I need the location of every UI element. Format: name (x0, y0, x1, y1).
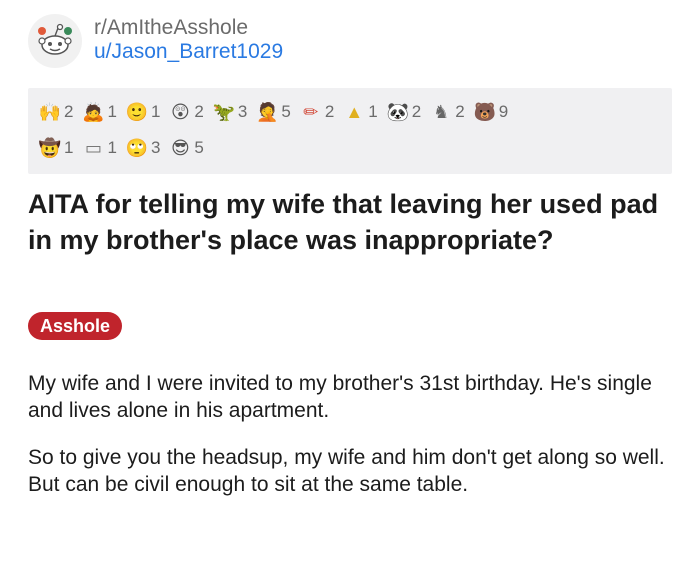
award-count: 3 (150, 138, 161, 157)
awards-panel: 🙌 2 🙇 1 🙂 1 😲 2 🦖 3 🤦 5 ✏ 2 ▲ 1 🐼 2 ♞ 2 🐻 9 🤠 1 ▭ 1 🙄 3 😎 5 (28, 88, 672, 174)
award-item[interactable]: 🦖 3 (212, 100, 248, 124)
award-item[interactable]: ▭ 1 (81, 136, 117, 160)
award-item[interactable]: 🙄 3 (125, 136, 161, 160)
award-item[interactable]: 😲 2 (168, 100, 204, 124)
post-meta: r/AmItheAsshole u/Jason_Barret1029 (94, 16, 283, 64)
post-title[interactable]: AITA for telling my wife that leaving he… (28, 186, 668, 258)
panda-award-icon: 🐼 (386, 101, 409, 122)
face-palm-award-icon: 🤦 (256, 101, 279, 122)
award-item[interactable]: 🤠 1 (38, 136, 74, 160)
shades-award-icon: 😎 (171, 137, 190, 158)
award-count: 3 (237, 102, 248, 121)
post-header: r/AmItheAsshole u/Jason_Barret1029 (28, 14, 283, 68)
avatar[interactable] (28, 14, 82, 68)
award-count: 2 (64, 102, 74, 121)
award-count: 1 (368, 102, 378, 121)
award-count: 2 (455, 102, 465, 121)
pencil-award-icon: ✏ (303, 101, 319, 122)
award-count: 2 (324, 102, 335, 121)
subreddit-link[interactable]: r/AmItheAsshole (94, 16, 283, 40)
award-item[interactable]: ▲ 1 (342, 100, 377, 124)
wholesome-face-award-icon: 🙂 (125, 101, 149, 122)
snoo-icon (38, 23, 72, 55)
award-count: 1 (107, 138, 117, 157)
award-count: 1 (64, 138, 74, 157)
award-count: 1 (150, 102, 161, 121)
award-count: 2 (411, 102, 422, 121)
eye-roll-award-icon: 🙄 (125, 137, 149, 158)
award-item[interactable]: 🐼 2 (386, 100, 422, 124)
body-paragraph: So to give you the headsup, my wife and … (28, 446, 665, 496)
post-flair[interactable]: Asshole (28, 312, 123, 340)
bear-award-icon: 🐻 (473, 101, 496, 122)
dino-award-icon: 🦖 (212, 101, 236, 122)
award-item[interactable]: ✏ 2 (299, 100, 334, 124)
award-item[interactable]: ♞ 2 (429, 100, 465, 124)
award-item[interactable]: 🤦 5 (255, 100, 291, 124)
award-item[interactable]: 🙌 2 (38, 100, 74, 124)
awards-row: 🤠 1 ▭ 1 🙄 3 😎 5 (38, 130, 662, 166)
award-item[interactable]: 😎 5 (168, 136, 204, 160)
awards-row: 🙌 2 🙇 1 🙂 1 😲 2 🦖 3 🤦 5 ✏ 2 ▲ 1 🐼 2 ♞ 2 🐻 9 (38, 94, 662, 130)
award-item[interactable]: 🙇 1 (81, 100, 117, 124)
post-body: My wife and I were invited to my brother… (28, 370, 678, 518)
cowboy-award-icon: 🤠 (38, 137, 62, 158)
gold-award-icon: ▲ (345, 101, 364, 122)
award-item[interactable]: 🐻 9 (473, 100, 508, 124)
box-award-icon: ▭ (84, 137, 102, 158)
bowing-award-icon: 🙇 (82, 101, 105, 122)
body-paragraph: My wife and I were invited to my brother… (28, 372, 652, 422)
shocked-face-award-icon: 😲 (171, 101, 190, 122)
award-count: 2 (194, 102, 204, 121)
award-count: 9 (498, 102, 509, 121)
award-count: 1 (107, 102, 117, 121)
award-count: 5 (194, 138, 204, 157)
award-count: 5 (281, 102, 291, 121)
hands-award-icon: 🙌 (38, 101, 62, 122)
award-item[interactable]: 🙂 1 (125, 100, 161, 124)
username-link[interactable]: u/Jason_Barret1029 (94, 40, 283, 64)
knight-award-icon: ♞ (433, 101, 450, 122)
